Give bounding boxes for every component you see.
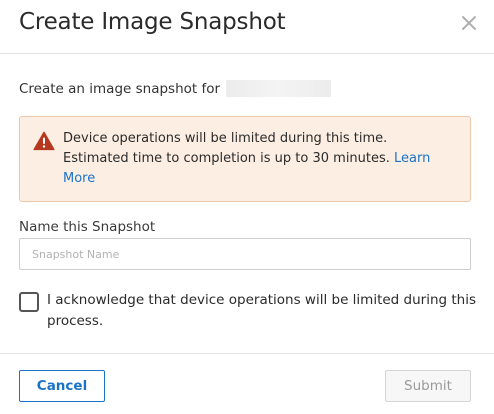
warning-line-1: Device operations will be limited during…: [63, 131, 388, 146]
warning-triangle-icon: [33, 131, 55, 151]
close-icon[interactable]: [458, 12, 480, 34]
snapshot-name-input[interactable]: [19, 238, 471, 270]
warning-line-2: Estimated time to completion is up to 30…: [63, 151, 395, 166]
cancel-button[interactable]: Cancel: [19, 370, 105, 402]
snapshot-name-label: Name this Snapshot: [19, 219, 156, 235]
warning-message: Device operations will be limited during…: [63, 129, 452, 189]
acknowledge-checkbox[interactable]: [19, 292, 39, 312]
dialog-header: Create Image Snapshot: [0, 0, 494, 54]
warning-banner: Device operations will be limited during…: [19, 116, 471, 202]
intro-label: Create an image snapshot for: [19, 80, 221, 97]
acknowledge-label: I acknowledge that device operations wil…: [47, 292, 477, 329]
intro-text: Create an image snapshot for: [19, 80, 332, 97]
dialog-title: Create Image Snapshot: [19, 9, 286, 35]
redacted-device-name: [226, 80, 332, 97]
create-image-snapshot-dialog: Create Image Snapshot Create an image sn…: [0, 0, 494, 414]
submit-button[interactable]: Submit: [385, 370, 471, 402]
dialog-footer: Cancel Submit: [0, 353, 494, 414]
